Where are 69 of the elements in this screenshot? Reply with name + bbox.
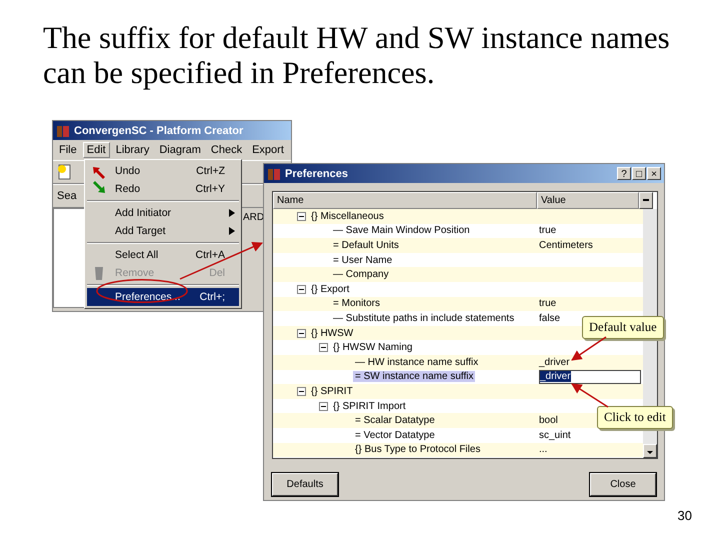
- scroll-up-button[interactable]: [639, 192, 653, 209]
- dialog-button[interactable]: Close: [590, 473, 656, 496]
- menu-item[interactable]: Edit: [82, 142, 110, 158]
- tree-item[interactable]: — HW instance name suffix: [353, 356, 480, 368]
- search-label: Sea: [57, 190, 77, 202]
- value-cell: ...: [539, 444, 548, 456]
- tab-label: ARD: [243, 212, 264, 225]
- value-cell: _driver: [539, 356, 570, 368]
- menu-item[interactable]: Library: [112, 142, 154, 158]
- value-cell: false: [539, 312, 560, 324]
- menu-item[interactable]: Add Initiator: [87, 204, 239, 222]
- expander-icon[interactable]: [297, 284, 306, 294]
- expander-icon[interactable]: [319, 343, 328, 352]
- app-icon: [267, 166, 281, 180]
- tree-item[interactable]: = Scalar Datatype: [353, 415, 437, 426]
- arrow: [571, 336, 606, 361]
- title-bar-button[interactable]: ?: [617, 167, 631, 180]
- value-cell: sc_uint: [539, 430, 571, 441]
- scroll-down-button[interactable]: [643, 444, 657, 458]
- tree-item[interactable]: {} SPIRIT Import: [331, 400, 408, 412]
- menu-item[interactable]: File: [55, 142, 81, 158]
- page-number: 30: [678, 508, 692, 523]
- app-icon: [56, 124, 70, 138]
- tree-item[interactable]: {} SPIRIT: [309, 386, 355, 397]
- window-title: ConvergenSC - Platform Creator: [74, 124, 244, 136]
- minus-icon: [643, 199, 649, 201]
- tree-item[interactable]: = Default Units: [331, 240, 401, 251]
- menu-item[interactable]: Preferences... Ctrl+;: [87, 288, 239, 306]
- tree-item[interactable]: — Company: [331, 269, 391, 280]
- callout-note: Click to edit: [597, 406, 673, 429]
- tree-item[interactable]: — Substitute paths in include statements: [331, 312, 516, 324]
- submenu-arrow-icon: [229, 209, 235, 217]
- tree-item[interactable]: = Vector Datatype: [353, 430, 437, 441]
- column-header[interactable]: Name: [273, 192, 537, 209]
- value-cell: true: [539, 298, 556, 310]
- tree-item[interactable]: = Monitors: [331, 298, 382, 310]
- expander-icon[interactable]: [297, 328, 306, 338]
- tree-item[interactable]: {} HWSW: [309, 328, 356, 339]
- callout-note: Default value: [582, 316, 664, 339]
- value-cell: true: [539, 225, 556, 236]
- dialog-button[interactable]: Defaults: [272, 473, 338, 496]
- window-title: Preferences: [285, 168, 348, 180]
- slide-title: The suffix for default HW and SW instance names can be specified in Preferences.: [43, 20, 671, 90]
- tree-item[interactable]: {} Miscellaneous: [309, 210, 386, 222]
- tree-item[interactable]: {} Bus Type to Protocol Files: [353, 444, 482, 456]
- tree-item[interactable]: = SW instance name suffix: [353, 371, 476, 382]
- menu-item[interactable]: Select All Ctrl+A: [87, 246, 239, 264]
- menu-item[interactable]: Check: [206, 142, 246, 158]
- new-file-icon: [57, 164, 73, 180]
- submenu-arrow-icon: [229, 227, 235, 235]
- menu-item[interactable]: Export: [248, 142, 288, 158]
- menu-item[interactable]: Redo Ctrl+Y: [87, 180, 239, 198]
- value-cell: bool: [539, 415, 558, 426]
- input-field[interactable]: _driver: [539, 370, 641, 384]
- menu-item[interactable]: Add Target: [87, 222, 239, 240]
- title-bar-button[interactable]: ×: [647, 167, 661, 180]
- menu-item[interactable]: Diagram: [155, 142, 205, 158]
- tree-item[interactable]: — Save Main Window Position: [331, 225, 472, 236]
- expander-icon[interactable]: [297, 212, 306, 221]
- tree-item[interactable]: {} Export: [309, 284, 352, 295]
- value-cell: Centimeters: [539, 240, 593, 251]
- menu-item[interactable]: Undo Ctrl+Z: [87, 162, 239, 180]
- expander-icon[interactable]: [319, 402, 328, 411]
- tree-item[interactable]: {} HWSW Naming: [331, 342, 414, 354]
- title-bar-button[interactable]: □: [632, 167, 646, 180]
- tree-item[interactable]: = User Name: [331, 254, 394, 266]
- arrow: [571, 383, 608, 408]
- expander-icon[interactable]: [297, 386, 306, 396]
- column-header[interactable]: Value: [537, 192, 639, 209]
